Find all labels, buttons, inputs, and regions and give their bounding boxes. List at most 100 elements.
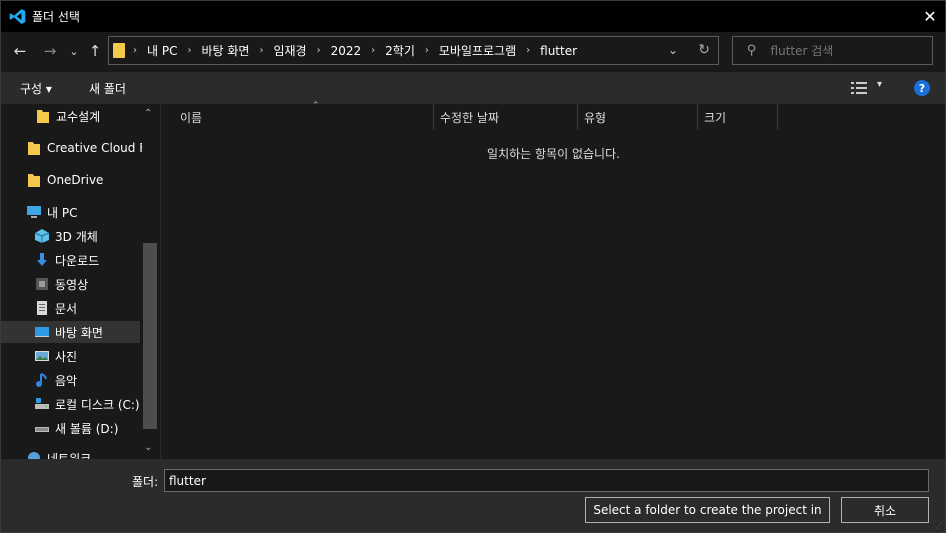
column-header-date-modified[interactable]: 수정한 날짜 <box>434 104 578 130</box>
sidebar-item-professor-design[interactable]: 교수설계 <box>35 105 100 127</box>
sidebar-item-videos[interactable]: 동영상 <box>34 273 88 295</box>
scroll-up-icon[interactable]: ⌃ <box>144 108 152 119</box>
sidebar-item-label: OneDrive <box>47 173 104 187</box>
download-icon <box>34 252 50 268</box>
breadcrumb-separator[interactable]: › <box>371 45 375 56</box>
breadcrumb-item[interactable]: 임재경 <box>273 42 306 59</box>
sidebar-item-label: 사진 <box>55 349 78 364</box>
sidebar-item-creative-cloud[interactable]: Creative Cloud Fil <box>26 137 152 159</box>
arrow-up-icon: ↑ <box>88 42 102 60</box>
title-bar: 폴더 선택 ✕ <box>1 1 945 32</box>
select-folder-button[interactable]: Select a folder to create the project in <box>585 497 830 523</box>
refresh-icon[interactable]: ↻ <box>698 42 710 58</box>
drive-c-icon <box>34 396 50 412</box>
sidebar-item-label: Creative Cloud Fil <box>47 141 152 155</box>
search-input[interactable] <box>770 43 911 58</box>
close-button[interactable]: ✕ <box>915 1 945 32</box>
sidebar-item-network[interactable]: 네트워크 <box>26 447 91 459</box>
breadcrumb-item[interactable]: 2학기 <box>385 42 415 59</box>
command-toolbar: 구성 ▾ 새 폴더 ▾ ? <box>1 72 945 104</box>
sidebar-item-3d-objects[interactable]: 3D 개체 <box>34 225 98 247</box>
sidebar-item-label: 음악 <box>55 373 78 388</box>
column-header-type[interactable]: 유형 <box>578 104 698 130</box>
folder-field-label: 폴더: <box>132 475 159 489</box>
sidebar-item-new-volume-d[interactable]: 새 볼륨 (D:) <box>34 417 118 439</box>
navigation-bar: ← → ⌄ ↑ › 내 PC › 바탕 화면 › 임재경 › 2022 › 2학… <box>1 32 945 70</box>
forward-button[interactable]: → <box>41 41 59 61</box>
breadcrumb-separator[interactable]: › <box>187 45 191 56</box>
breadcrumb-item[interactable]: 2022 <box>331 44 362 58</box>
search-box[interactable]: ⚲ <box>732 36 933 65</box>
sidebar-item-local-disk-c[interactable]: 로컬 디스크 (C:) <box>34 393 140 415</box>
breadcrumb-separator[interactable]: › <box>259 45 263 56</box>
column-header-size[interactable]: 크기 <box>698 104 778 130</box>
network-icon <box>26 450 42 459</box>
breadcrumb-separator[interactable]: › <box>425 45 429 56</box>
folder-select-dialog: 폴더 선택 ✕ ← → ⌄ ↑ › 내 PC › 바탕 화면 › 임재경 › 2… <box>0 0 946 533</box>
column-header-label: 이름 <box>180 110 203 125</box>
sidebar-item-label: 새 볼륨 (D:) <box>55 421 119 436</box>
navigation-pane: 교수설계 Creative Cloud Fil OneDrive 내 PC 3D… <box>1 104 159 459</box>
back-button[interactable]: ← <box>11 41 29 61</box>
scroll-down-icon[interactable]: ⌄ <box>144 442 152 453</box>
resize-grip-icon[interactable]: ⋰ <box>935 521 943 530</box>
document-icon <box>34 300 50 316</box>
sidebar-item-onedrive[interactable]: OneDrive <box>26 169 103 191</box>
empty-folder-message: 일치하는 항목이 없습니다. <box>487 147 620 161</box>
help-icon[interactable]: ? <box>914 80 930 96</box>
sidebar-item-label: 교수설계 <box>56 109 101 124</box>
new-folder-button[interactable]: 새 폴더 <box>89 80 126 97</box>
sidebar-item-pictures[interactable]: 사진 <box>34 345 77 367</box>
cancel-button[interactable]: 취소 <box>841 497 929 523</box>
folder-icon <box>26 172 42 188</box>
pc-icon <box>26 204 42 220</box>
close-icon: ✕ <box>923 7 937 26</box>
breadcrumb-item[interactable]: flutter <box>540 44 577 58</box>
sidebar-scrollbar-thumb[interactable] <box>143 243 157 429</box>
desktop-icon <box>34 324 50 340</box>
address-bar[interactable]: › 내 PC › 바탕 화면 › 임재경 › 2022 › 2학기 › 모바일프… <box>108 36 719 65</box>
organize-menu-button[interactable]: 구성 ▾ <box>20 80 52 97</box>
sidebar-item-label: 내 PC <box>47 205 78 220</box>
sidebar-item-documents[interactable]: 문서 <box>34 297 77 319</box>
sidebar-item-label: 로컬 디스크 (C:) <box>55 397 140 412</box>
vscode-icon <box>9 9 26 24</box>
column-header-label: 유형 <box>584 110 607 125</box>
arrow-right-icon: → <box>43 42 57 60</box>
sidebar-item-desktop[interactable]: 바탕 화면 <box>1 321 140 343</box>
arrow-left-icon: ← <box>13 42 27 60</box>
file-list: ⌃ 이름 수정한 날짜 유형 크기 일치하는 항목이 없습니다. <box>160 101 945 459</box>
view-options-icon[interactable] <box>851 82 867 94</box>
music-icon <box>34 372 50 388</box>
pictures-icon <box>34 348 50 364</box>
breadcrumb-separator[interactable]: › <box>317 45 321 56</box>
folder-icon <box>113 43 125 58</box>
sort-ascending-icon: ⌃ <box>312 101 320 111</box>
sidebar-item-label: 동영상 <box>55 277 89 292</box>
up-button[interactable]: ↑ <box>87 41 103 61</box>
breadcrumb-item[interactable]: 모바일프로그램 <box>439 42 516 59</box>
column-header-label: 크기 <box>704 110 727 125</box>
recent-locations-button[interactable]: ⌄ <box>68 41 80 61</box>
dialog-footer: 폴더: Select a folder to create the projec… <box>1 459 945 532</box>
search-icon: ⚲ <box>747 43 757 58</box>
folder-icon <box>35 108 51 124</box>
sidebar-item-music[interactable]: 음악 <box>34 369 77 391</box>
view-dropdown-button[interactable]: ▾ <box>877 79 882 90</box>
sidebar-item-this-pc[interactable]: 내 PC <box>26 201 77 223</box>
chevron-down-icon: ⌄ <box>69 44 79 58</box>
folder-name-input[interactable] <box>164 469 929 492</box>
sidebar-item-label: 바탕 화면 <box>55 325 103 340</box>
address-dropdown-button[interactable]: ⌄ <box>668 43 678 57</box>
breadcrumb-separator: › <box>133 45 137 56</box>
sidebar-item-label: 네트워크 <box>47 451 92 460</box>
breadcrumb-item[interactable]: 내 PC <box>147 42 177 59</box>
folder-icon <box>26 140 42 156</box>
breadcrumb-separator[interactable]: › <box>526 45 530 56</box>
column-header-name[interactable]: ⌃ 이름 <box>174 101 434 130</box>
video-icon <box>34 276 50 292</box>
breadcrumb-item[interactable]: 바탕 화면 <box>201 42 249 59</box>
sidebar-item-downloads[interactable]: 다운로드 <box>34 249 99 271</box>
3d-objects-icon <box>34 228 50 244</box>
drive-d-icon <box>34 420 50 436</box>
